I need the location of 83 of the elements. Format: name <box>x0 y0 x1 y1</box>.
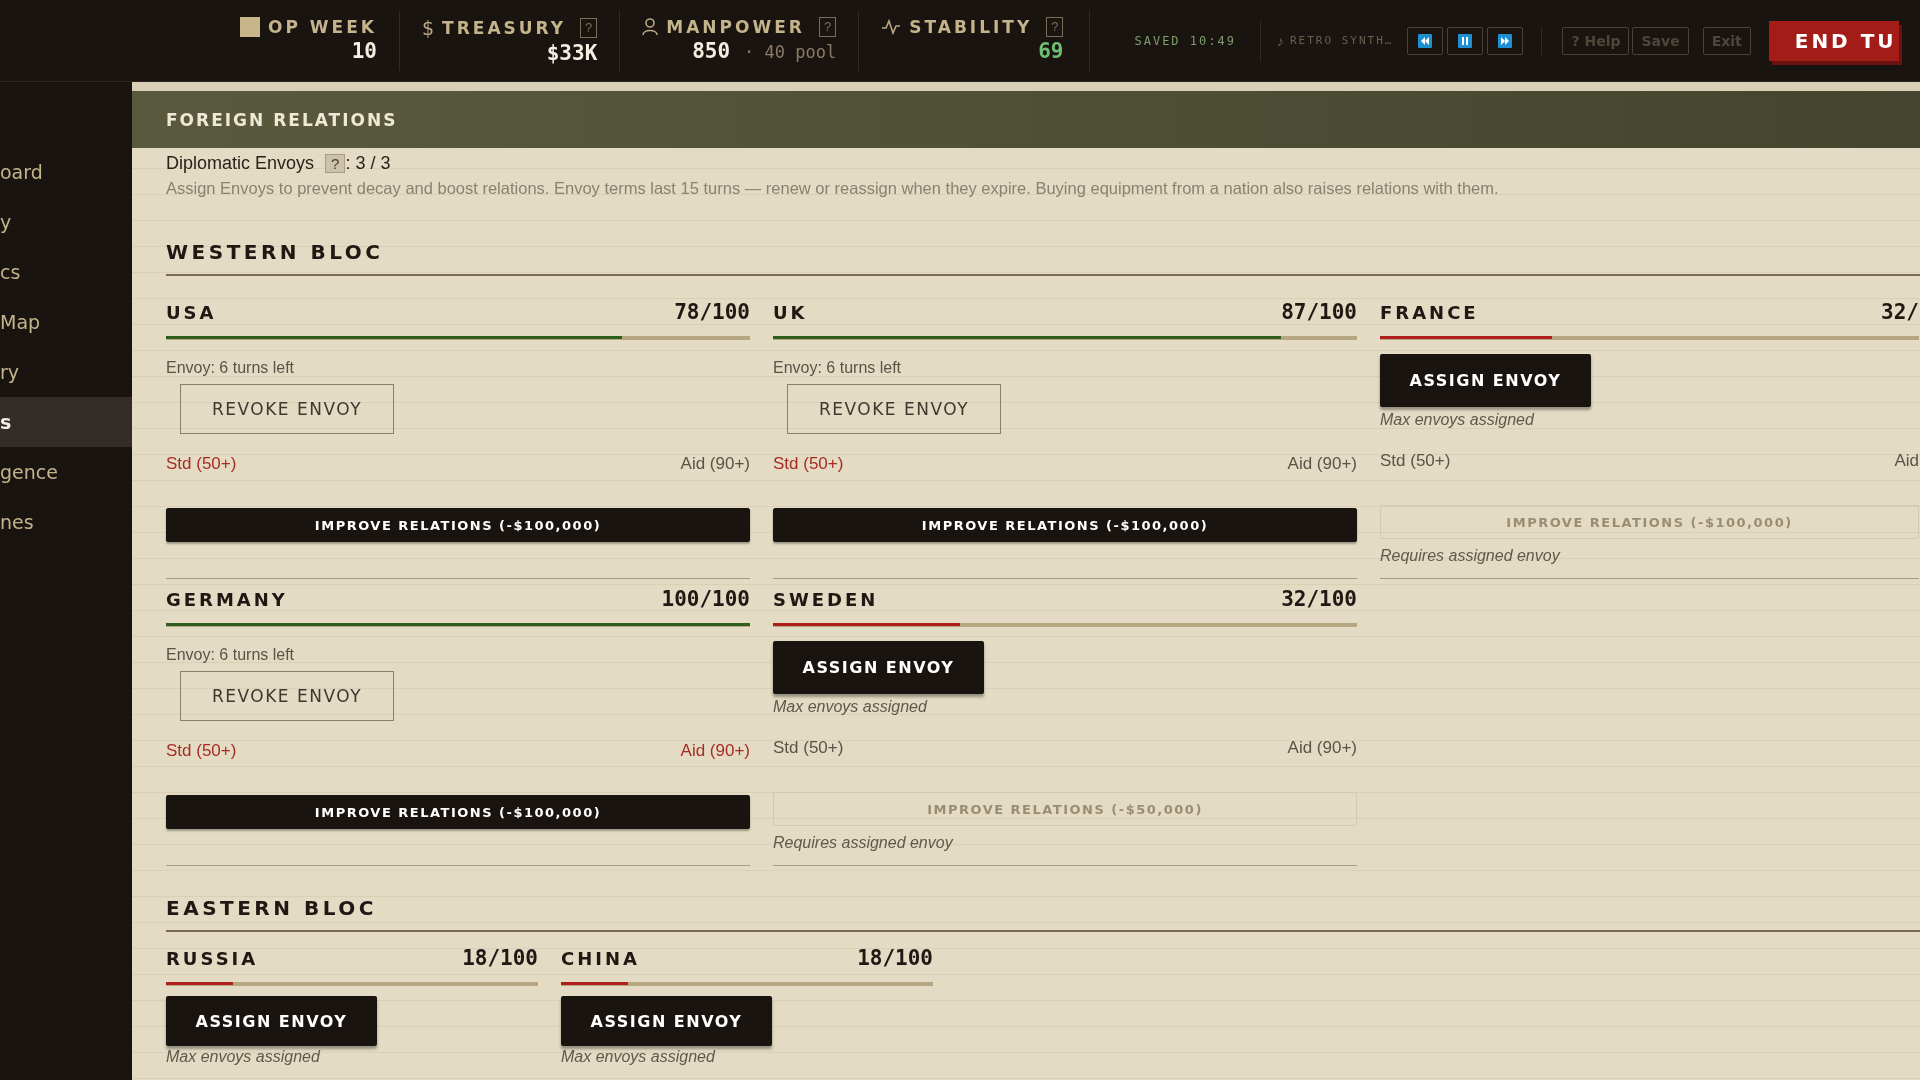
pause-icon <box>1458 33 1473 48</box>
threshold-label: Aid <box>1894 451 1919 471</box>
previous-icon <box>1418 33 1433 48</box>
pause-button[interactable] <box>1447 26 1484 55</box>
threshold-label: Aid (90+) <box>680 454 750 474</box>
pool-text: · 40 pool <box>744 41 837 62</box>
envoy-note: Max envoys assigned <box>166 1048 320 1066</box>
threshold-label: Std (50+) <box>773 738 844 758</box>
requirement-note: Requires assigned envoy <box>1380 547 1560 565</box>
sidebar-item[interactable]: gence <box>0 447 132 497</box>
saved-status: SAVED 10:49 <box>1090 20 1261 61</box>
stat-value: $33K <box>546 40 598 65</box>
threshold-label: Aid (90+) <box>680 741 750 761</box>
stat-value: 850 <box>692 38 731 63</box>
assign-envoy-button[interactable]: ASSIGN ENVOY <box>561 996 772 1046</box>
relation-score: 100/100 <box>661 587 750 611</box>
assign-envoy-button[interactable]: ASSIGN ENVOY <box>1380 354 1591 407</box>
threshold-label: Aid (90+) <box>1287 454 1357 474</box>
sidebar-item[interactable]: Map <box>0 297 132 347</box>
envoy-note: Max envoys assigned <box>561 1048 715 1066</box>
help-badge[interactable]: ? <box>1046 16 1064 37</box>
square-icon <box>240 16 260 37</box>
help-badge[interactable]: ? <box>325 154 346 173</box>
country-name: GERMANY <box>166 588 288 610</box>
relation-score: 32/100 <box>1281 587 1357 611</box>
stat-label: TREASURY <box>442 17 567 38</box>
country-name: SWEDEN <box>773 588 879 610</box>
bloc-heading: WESTERN BLOC <box>166 240 1920 276</box>
stat-value: 69 <box>1038 38 1064 63</box>
envoy-status: Envoy: 6 turns left <box>773 359 902 377</box>
requirement-note: Requires assigned envoy <box>773 834 953 852</box>
help-badge[interactable]: ? <box>818 16 837 37</box>
sidebar-item[interactable]: nes <box>0 497 132 547</box>
revoke-envoy-button[interactable]: REVOKE ENVOY <box>180 384 394 434</box>
next-icon <box>1498 33 1513 48</box>
sidebar-item[interactable]: s <box>0 397 132 447</box>
country-name: USA <box>166 301 217 323</box>
threshold-label: Std (50+) <box>1380 451 1451 471</box>
envoy-status: Envoy: 6 turns left <box>166 359 295 377</box>
revoke-envoy-button[interactable]: REVOKE ENVOY <box>180 671 394 721</box>
revoke-envoy-button[interactable]: REVOKE ENVOY <box>787 384 1001 434</box>
envoy-status: Envoy: 6 turns left <box>166 646 295 664</box>
relation-score: 32/ <box>1881 300 1919 324</box>
improve-relations-button[interactable]: IMPROVE RELATIONS (-$100,000) <box>166 508 750 542</box>
relation-score: 18/100 <box>857 946 933 970</box>
assign-envoy-button[interactable]: ASSIGN ENVOY <box>773 641 984 694</box>
improve-relations-button[interactable]: IMPROVE RELATIONS (-$100,000) <box>773 508 1357 542</box>
assign-envoy-button[interactable]: ASSIGN ENVOY <box>166 996 377 1046</box>
pulse-icon <box>881 17 902 36</box>
bloc-heading: EASTERN BLOC <box>166 896 1920 932</box>
music-note-icon: ♪ <box>1276 32 1284 49</box>
next-button[interactable] <box>1487 26 1524 55</box>
threshold-label: Aid (90+) <box>1287 738 1357 758</box>
relation-score: 87/100 <box>1281 300 1357 324</box>
sidebar-item[interactable]: oard <box>0 147 132 197</box>
envoys-count: : 3 / 3 <box>345 153 391 174</box>
country-name: FRANCE <box>1380 301 1479 323</box>
threshold-label: Std (50+) <box>166 741 237 761</box>
dollar-icon: $ <box>422 16 435 39</box>
panel-title: FOREIGN RELATIONS <box>166 109 398 130</box>
country-name: RUSSIA <box>166 947 259 969</box>
stat-label: MANPOWER <box>666 16 805 37</box>
envoy-note: Max envoys assigned <box>1380 411 1534 429</box>
stat-value: 10 <box>351 38 377 63</box>
improve-relations-button[interactable]: IMPROVE RELATIONS (-$100,000) <box>166 795 750 829</box>
sidebar-item[interactable]: cs <box>0 247 132 297</box>
envoys-label: Diplomatic Envoys <box>166 153 315 174</box>
relation-score: 78/100 <box>674 300 750 324</box>
country-name: UK <box>773 301 808 323</box>
sidebar-item[interactable]: y <box>0 197 132 247</box>
person-icon <box>642 17 659 36</box>
threshold-label: Std (50+) <box>773 454 844 474</box>
music-track: RETRO SYNTH… <box>1289 34 1394 47</box>
description-text: Assign Envoys to prevent decay and boost relations. Envoy terms last 15 turns — renew or reassign when they expire. Buying equipment from a nation also raises relations with them. <box>166 179 1500 198</box>
relation-score: 18/100 <box>462 946 538 970</box>
envoy-note: Max envoys assigned <box>773 698 927 716</box>
previous-button[interactable] <box>1407 26 1444 55</box>
help-badge[interactable]: ? <box>580 17 598 38</box>
stat-label: OP WEEK <box>268 16 377 37</box>
country-name: CHINA <box>561 947 640 969</box>
threshold-label: Std (50+) <box>166 454 237 474</box>
stat-label: STABILITY <box>909 16 1033 37</box>
sidebar-item[interactable]: ry <box>0 347 132 397</box>
